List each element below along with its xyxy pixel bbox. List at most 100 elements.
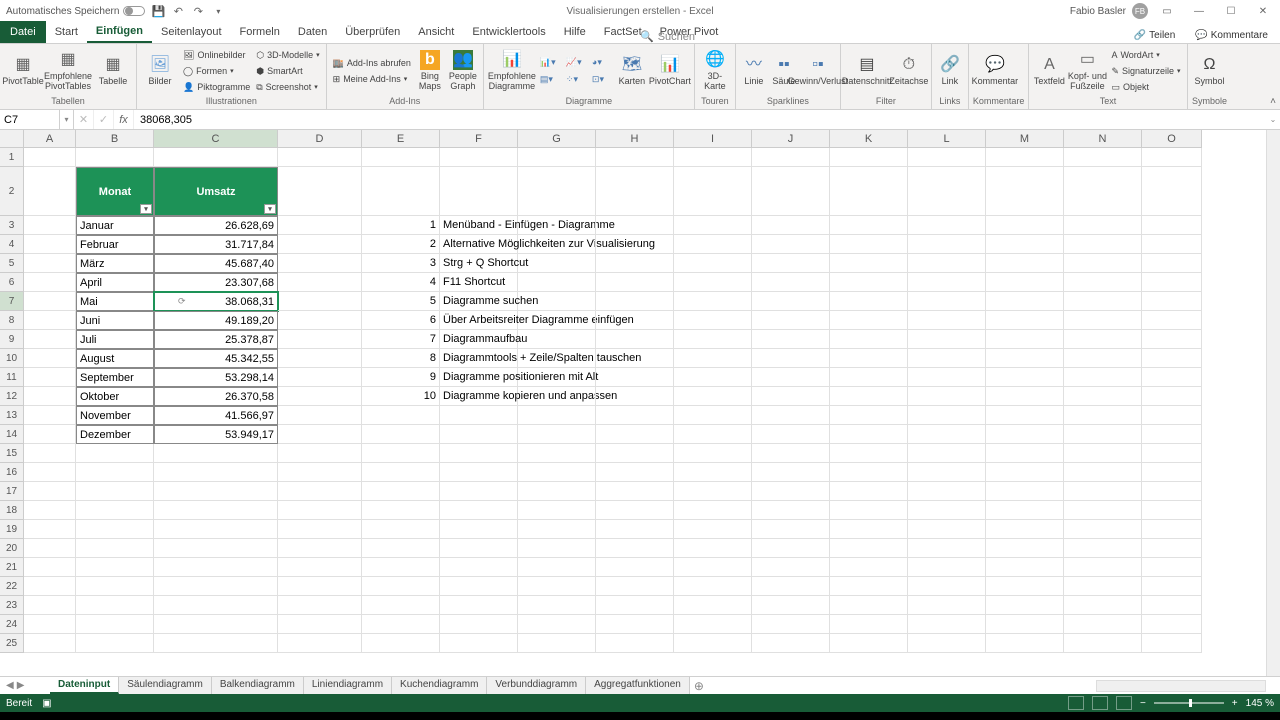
vertical-scrollbar[interactable] [1266, 130, 1280, 676]
cell[interactable] [752, 463, 830, 482]
cell[interactable] [24, 406, 76, 425]
cell[interactable] [752, 349, 830, 368]
ribbon-tab-überprüfen[interactable]: Überprüfen [336, 21, 409, 43]
people-graph-button[interactable]: 👥People Graph [447, 46, 479, 96]
cell[interactable] [1142, 235, 1202, 254]
cell[interactable] [674, 235, 752, 254]
cell[interactable] [76, 463, 154, 482]
search-box[interactable]: 🔍 Suchen [640, 30, 695, 43]
cell[interactable] [24, 235, 76, 254]
select-all-corner[interactable] [0, 130, 24, 148]
cell[interactable] [24, 501, 76, 520]
timeline-button[interactable]: ⏱Zeitachse [891, 46, 927, 96]
cell[interactable] [830, 387, 908, 406]
cell[interactable] [596, 425, 674, 444]
cell[interactable] [752, 330, 830, 349]
pie-chart-button[interactable]: ◕▾ [590, 55, 614, 70]
cell[interactable] [596, 148, 674, 167]
cell[interactable] [154, 501, 278, 520]
cell[interactable] [278, 311, 362, 330]
cell[interactable] [1064, 311, 1142, 330]
cell[interactable] [830, 148, 908, 167]
cell[interactable] [986, 311, 1064, 330]
cell[interactable] [1142, 596, 1202, 615]
cell[interactable]: Strg + Q Shortcut [440, 254, 518, 273]
cell[interactable] [674, 444, 752, 463]
cell[interactable]: 53.298,14 [154, 368, 278, 387]
shapes-button[interactable]: ◯Formen▾ [181, 64, 252, 79]
cell[interactable] [1064, 216, 1142, 235]
column-header[interactable]: B [76, 130, 154, 148]
cell[interactable] [440, 596, 518, 615]
cell[interactable]: 26.628,69 [154, 216, 278, 235]
cell[interactable] [830, 463, 908, 482]
cell[interactable] [908, 482, 986, 501]
row-header[interactable]: 23 [0, 596, 24, 615]
cell[interactable] [1142, 273, 1202, 292]
cell[interactable] [154, 577, 278, 596]
cell[interactable] [440, 406, 518, 425]
cell[interactable] [674, 482, 752, 501]
cell[interactable] [518, 615, 596, 634]
cell[interactable] [830, 634, 908, 653]
cell[interactable] [24, 634, 76, 653]
column-header[interactable]: K [830, 130, 908, 148]
cell[interactable] [518, 577, 596, 596]
cell[interactable] [24, 167, 76, 216]
slicer-button[interactable]: ▤Datenschnitt [845, 46, 889, 96]
cell[interactable] [908, 444, 986, 463]
cell[interactable] [518, 235, 596, 254]
cell[interactable] [830, 235, 908, 254]
cell[interactable] [76, 634, 154, 653]
name-box-dropdown-icon[interactable]: ▾ [60, 110, 74, 129]
cell[interactable] [1142, 349, 1202, 368]
collapse-ribbon-icon[interactable]: ˄ [1270, 96, 1276, 107]
cell[interactable] [518, 330, 596, 349]
cell[interactable] [908, 406, 986, 425]
cell[interactable] [1064, 349, 1142, 368]
cell[interactable] [674, 292, 752, 311]
cell[interactable] [596, 539, 674, 558]
cell[interactable] [830, 615, 908, 634]
cell[interactable] [24, 482, 76, 501]
row-header[interactable]: 8 [0, 311, 24, 330]
cell[interactable] [986, 463, 1064, 482]
row-header[interactable]: 15 [0, 444, 24, 463]
row-header[interactable]: 18 [0, 501, 24, 520]
cell[interactable] [362, 501, 440, 520]
cell[interactable] [830, 520, 908, 539]
cell[interactable] [1064, 577, 1142, 596]
row-header[interactable]: 12 [0, 387, 24, 406]
cell[interactable] [752, 148, 830, 167]
cell[interactable] [908, 463, 986, 482]
comments-button[interactable]: 💬Kommentare [1189, 28, 1274, 43]
cell[interactable] [986, 501, 1064, 520]
cell[interactable] [752, 444, 830, 463]
cell[interactable] [1142, 482, 1202, 501]
column-header[interactable]: H [596, 130, 674, 148]
cell[interactable] [908, 501, 986, 520]
cell[interactable] [674, 558, 752, 577]
cell[interactable]: 4 [362, 273, 440, 292]
table-button[interactable]: ▦Tabelle [94, 46, 132, 96]
cell[interactable] [830, 330, 908, 349]
cell[interactable]: 45.687,40 [154, 254, 278, 273]
ribbon-tab-entwicklertools[interactable]: Entwicklertools [463, 21, 554, 43]
cell[interactable] [674, 463, 752, 482]
cell[interactable] [986, 368, 1064, 387]
row-header[interactable]: 7 [0, 292, 24, 311]
cell[interactable] [362, 444, 440, 463]
cell[interactable] [986, 216, 1064, 235]
row-header[interactable]: 21 [0, 558, 24, 577]
cell[interactable] [518, 482, 596, 501]
cell[interactable]: Oktober [76, 387, 154, 406]
cell[interactable] [24, 577, 76, 596]
cell[interactable] [278, 425, 362, 444]
cell[interactable] [278, 167, 362, 216]
cell[interactable] [24, 216, 76, 235]
sheet-nav-prev-icon[interactable]: ◀ [6, 680, 14, 691]
cell[interactable] [752, 615, 830, 634]
cell[interactable] [518, 558, 596, 577]
cell[interactable] [24, 349, 76, 368]
cell[interactable] [830, 167, 908, 216]
